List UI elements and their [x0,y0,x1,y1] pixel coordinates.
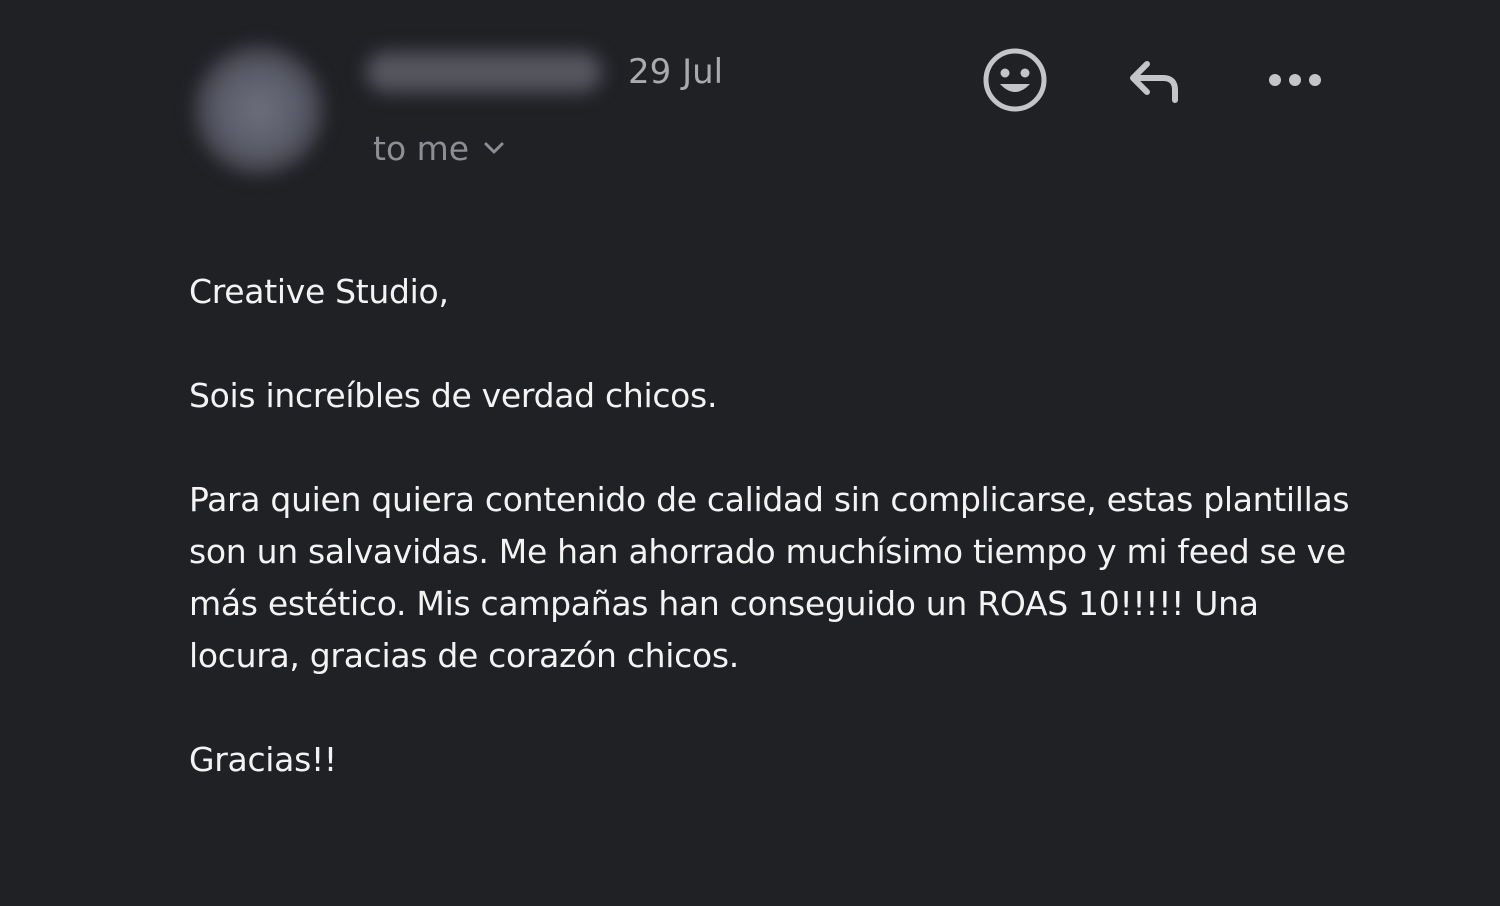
email-header: 29 Jul to me [0,0,1500,220]
email-date: 29 Jul [628,52,724,92]
recipient-label: to me [373,128,470,168]
sender-name-redacted [366,52,602,92]
sender-avatar[interactable] [193,44,325,176]
signoff-line: Gracias!! [189,740,337,779]
reply-button[interactable] [1115,40,1195,120]
more-options-button[interactable] [1255,40,1335,120]
recipient-details-toggle[interactable]: to me [373,126,505,170]
email-body: Creative Studio, Sois increíbles de verd… [189,266,1389,838]
body-line: Sois increíbles de verdad chicos. [189,376,718,415]
more-horizontal-icon [1267,72,1323,88]
add-reaction-button[interactable] [975,40,1055,120]
body-paragraph: Para quien quiera contenido de calidad s… [189,480,1350,675]
chevron-down-icon [483,141,505,155]
smiley-icon [980,45,1050,115]
reply-arrow-icon [1123,54,1187,106]
greeting-line: Creative Studio, [189,272,449,311]
